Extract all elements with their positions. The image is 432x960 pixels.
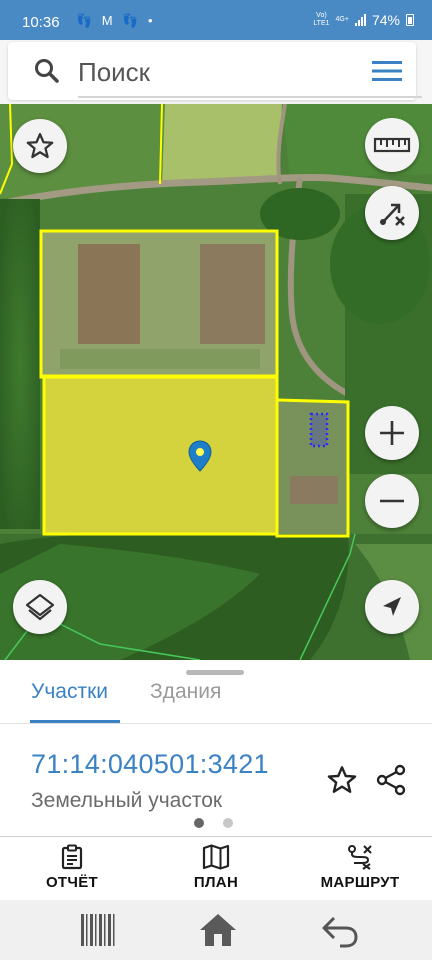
- cadastral-number[interactable]: 71:14:040501:3421: [31, 749, 269, 780]
- locate-icon: [383, 597, 401, 616]
- barcode-icon[interactable]: [78, 910, 118, 950]
- route-clear-icon: [380, 203, 405, 226]
- signal-icon: [354, 14, 366, 26]
- page-indicator: [194, 818, 233, 828]
- battery-icon: [406, 14, 414, 26]
- status-bar: 10:36 👣 M 👣 • Vo) LTE1 4G+ 74%: [0, 0, 432, 40]
- status-right: Vo) LTE1 4G+ 74%: [313, 12, 414, 28]
- map-imagery: [0, 104, 432, 660]
- parcel-type: Земельный участок: [31, 789, 223, 812]
- bottom-sheet: Участки Здания 71:14:040501:3421 Земельн…: [0, 660, 432, 900]
- favorite-map-button[interactable]: [13, 119, 67, 173]
- layers-icon: [25, 593, 55, 621]
- share-icon[interactable]: [376, 764, 408, 796]
- zoom-out-icon: [380, 499, 404, 503]
- measure-button[interactable]: [365, 118, 419, 172]
- drag-handle[interactable]: [186, 670, 244, 675]
- map-marker-icon[interactable]: [188, 440, 212, 472]
- layers-button[interactable]: [13, 580, 67, 634]
- search-icon[interactable]: [34, 58, 60, 84]
- tabs-divider: [0, 723, 432, 724]
- home-icon[interactable]: [198, 910, 238, 950]
- search-input[interactable]: [78, 54, 348, 90]
- star-icon: [26, 133, 54, 159]
- zoom-in-button[interactable]: [365, 406, 419, 460]
- clear-route-button[interactable]: [365, 186, 419, 240]
- zoom-out-button[interactable]: [365, 474, 419, 528]
- zoom-in-icon: [380, 421, 404, 445]
- star-icon[interactable]: [326, 764, 358, 796]
- route-label: МАРШРУТ: [320, 874, 400, 891]
- map-plan-icon: [202, 844, 230, 870]
- tab-parcels[interactable]: Участки: [31, 680, 108, 704]
- my-location-button[interactable]: [365, 580, 419, 634]
- route-icon: [348, 845, 372, 870]
- search-header: [0, 40, 432, 104]
- notification-icons: 👣 M 👣 •: [76, 13, 156, 28]
- search-bar: [8, 42, 422, 100]
- system-nav-bar: [0, 900, 432, 960]
- plan-button[interactable]: ПЛАН: [161, 844, 271, 896]
- tab-buildings[interactable]: Здания: [150, 680, 221, 704]
- back-icon[interactable]: [320, 910, 360, 950]
- battery-level: 74%: [371, 12, 400, 28]
- page-dot: [223, 818, 233, 828]
- route-button[interactable]: МАРШРУТ: [305, 844, 415, 896]
- status-time: 10:36: [22, 14, 60, 31]
- search-underline: [78, 96, 422, 98]
- report-button[interactable]: ОТЧЁТ: [17, 844, 127, 896]
- network-indicator: Vo) LTE1: [313, 12, 329, 28]
- report-icon: [61, 844, 83, 870]
- ruler-icon: [373, 137, 411, 153]
- plan-label: ПЛАН: [193, 874, 239, 891]
- network-bottom: LTE1: [313, 20, 330, 27]
- menu-icon[interactable]: [370, 56, 404, 86]
- network-type: 4G+: [335, 16, 349, 23]
- report-label: ОТЧЁТ: [45, 874, 99, 891]
- network-top: Vo): [316, 12, 327, 19]
- actions-divider: [0, 836, 432, 837]
- page-dot-active: [194, 818, 204, 828]
- satellite-map[interactable]: [0, 104, 432, 660]
